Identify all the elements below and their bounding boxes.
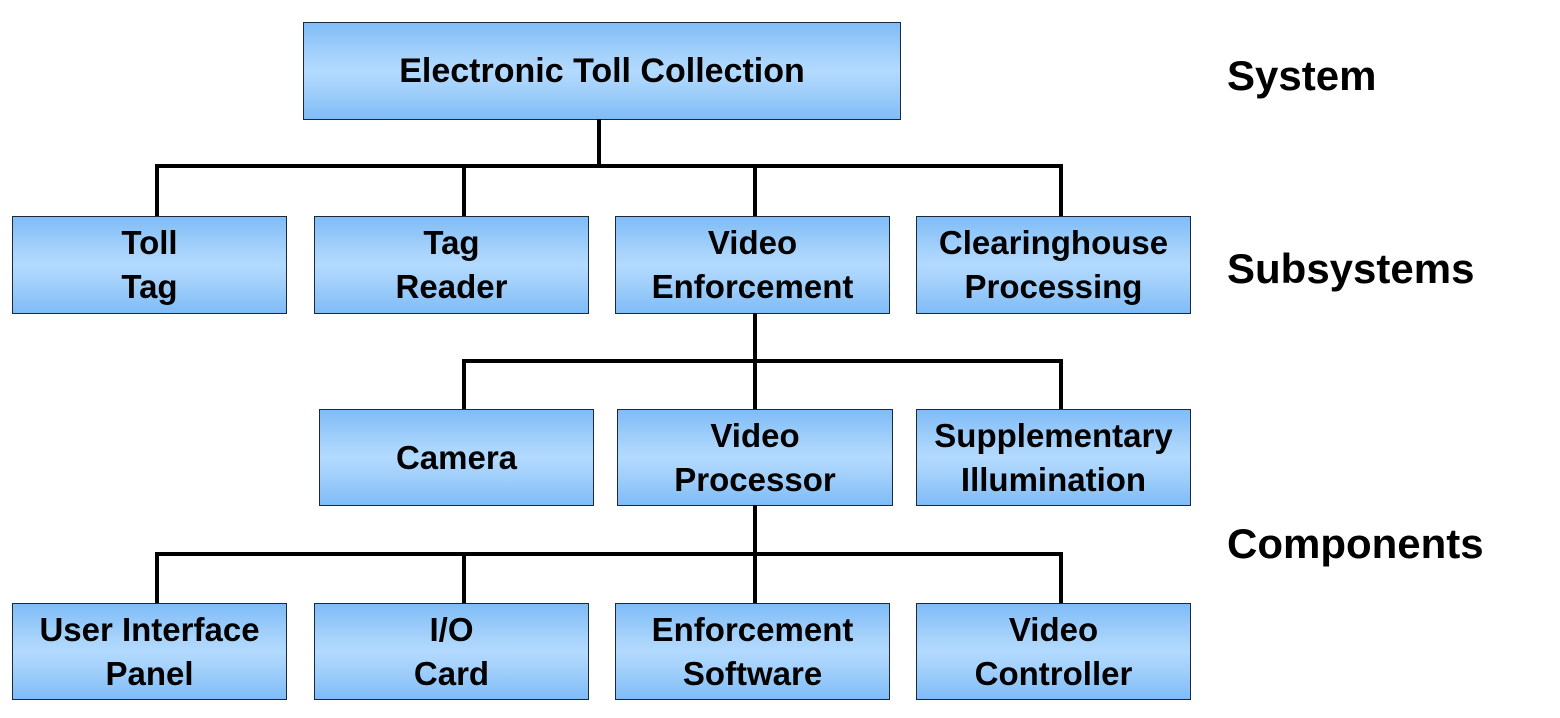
- node-toll-tag: Toll Tag: [12, 216, 287, 314]
- node-video-enforcement: Video Enforcement: [615, 216, 890, 314]
- node-user-interface-panel: User Interface Panel: [12, 603, 287, 700]
- connector-drop-clearinghouse: [1059, 164, 1063, 216]
- node-label: Video Enforcement: [651, 224, 854, 305]
- node-label: Video Processor: [674, 416, 836, 498]
- node-label: Electronic Toll Collection: [399, 52, 805, 90]
- node-video-controller: Video Controller: [916, 603, 1191, 700]
- node-tag-reader: Tag Reader: [314, 216, 589, 314]
- connector-drop-toll-tag: [155, 164, 159, 216]
- node-label: Camera: [395, 438, 518, 476]
- node-label: I/O Card: [413, 610, 490, 692]
- level-label-subsystems: Subsystems: [1227, 245, 1475, 292]
- node-supplementary-illumination: Supplementary Illumination: [916, 409, 1191, 506]
- node-label: Video Controller: [974, 610, 1133, 692]
- node-label: Supplementary Illumination: [934, 416, 1173, 498]
- node-enforcement-software: Enforcement Software: [615, 603, 890, 700]
- connector-drop-io-card: [462, 552, 466, 603]
- node-label: Tag Reader: [395, 224, 508, 305]
- node-video-processor: Video Processor: [617, 409, 893, 506]
- connector-drop-user-interface-panel: [155, 552, 159, 603]
- node-electronic-toll-collection: Electronic Toll Collection: [303, 22, 901, 120]
- connector-drop-supplementary-illumination: [1059, 359, 1063, 409]
- connector-drop-tag-reader: [462, 164, 466, 216]
- node-label: User Interface Panel: [39, 610, 260, 692]
- connector-drop-video-controller: [1059, 552, 1063, 603]
- node-clearinghouse-processing: Clearinghouse Processing: [916, 216, 1191, 314]
- level-label-system: System: [1227, 52, 1377, 99]
- connector-middle-bus: [462, 359, 1063, 363]
- connector-drop-camera: [462, 359, 466, 409]
- node-label: Clearinghouse Processing: [938, 224, 1169, 305]
- node-camera: Camera: [319, 409, 594, 506]
- node-label: Enforcement Software: [651, 610, 854, 692]
- connector-drop-video-enforcement: [753, 164, 757, 216]
- connector-root-stem: [597, 119, 601, 168]
- connector-components-bus: [155, 552, 1063, 556]
- connector-subsystems-bus: [155, 164, 1063, 168]
- node-label: Toll Tag: [121, 224, 178, 305]
- node-io-card: I/O Card: [314, 603, 589, 700]
- level-label-components: Components: [1227, 520, 1484, 567]
